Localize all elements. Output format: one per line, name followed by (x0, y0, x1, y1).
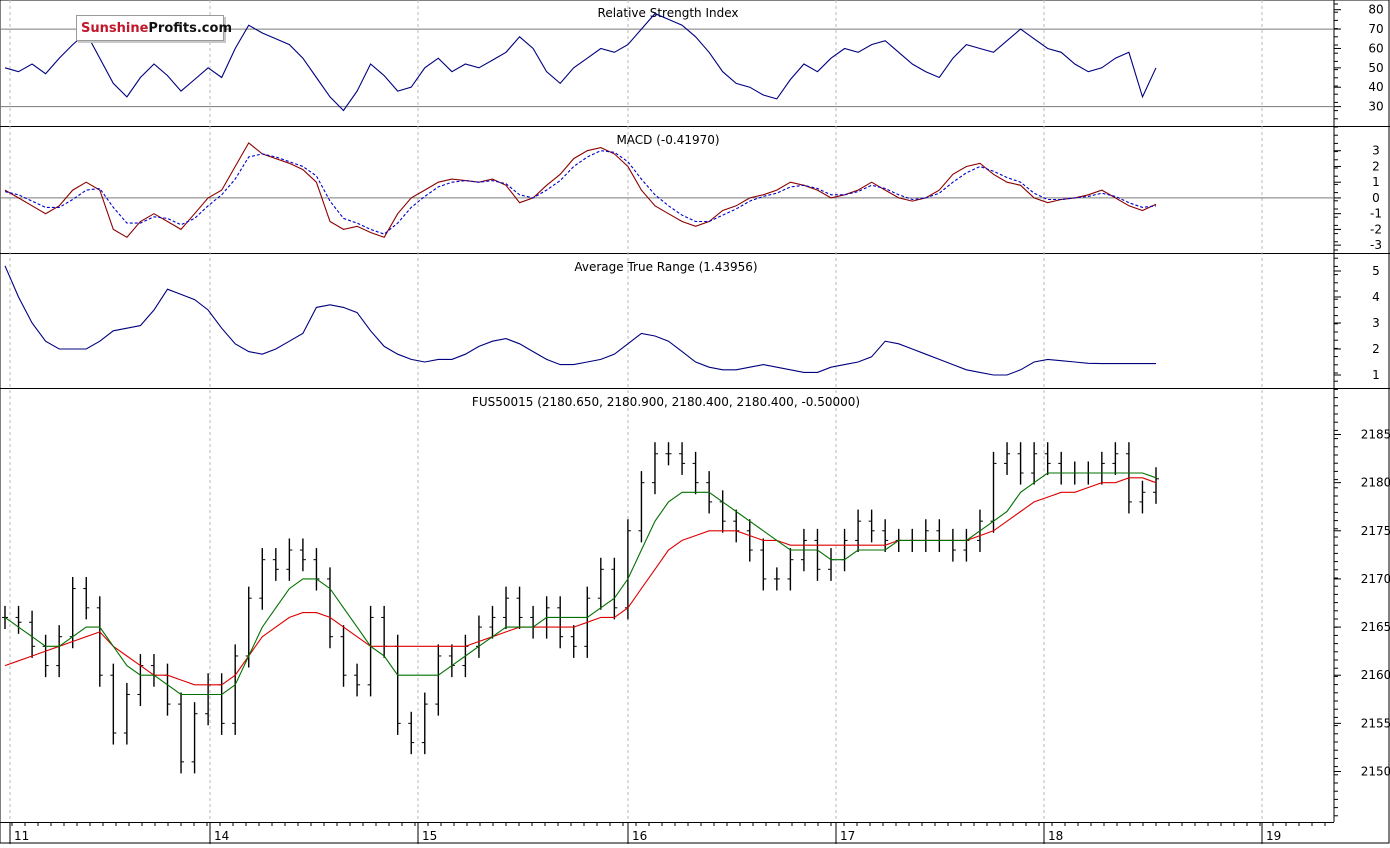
rsi-tick-label: 50 (1368, 61, 1383, 75)
price-tick-label: 2165 (1361, 620, 1390, 634)
price-tick-label: 2170 (1361, 572, 1390, 586)
logo-part-1: Sunshine (81, 20, 149, 36)
rsi-tick-label: 60 (1368, 41, 1383, 55)
logo-part-2: Profits.com (148, 20, 232, 36)
macd-tick-label: -3 (1370, 238, 1382, 252)
time-label-11: 11 (14, 829, 29, 843)
macd-signal-line (4, 150, 1157, 235)
price-ma-slow (4, 477, 1157, 686)
atr-tick-label: 4 (1372, 290, 1380, 304)
macd-tick-label: 1 (1372, 175, 1380, 189)
time-label-19: 19 (1266, 829, 1281, 843)
time-label-14: 14 (214, 829, 229, 843)
rsi-tick-label: 30 (1368, 100, 1383, 114)
rsi-title: Relative Strength Index (598, 6, 739, 20)
macd-tick-label: 2 (1372, 159, 1380, 173)
macd-tick-label: 0 (1372, 191, 1380, 205)
price-ma-fast (4, 472, 1157, 696)
time-label-16: 16 (632, 829, 647, 843)
rsi-tick-label: 70 (1368, 22, 1383, 36)
macd-tick-label: 3 (1372, 144, 1380, 158)
price-tick-label: 2150 (1361, 764, 1390, 778)
price-tick-label: 2185 (1361, 428, 1390, 442)
indicator-chart: 8070605040303210-1-2-3543212185218021752… (0, 0, 1390, 844)
atr-title: Average True Range (1.43956) (574, 260, 757, 274)
price-tick-label: 2155 (1361, 716, 1390, 730)
time-label-15: 15 (422, 829, 437, 843)
macd-tick-label: -2 (1370, 222, 1382, 236)
time-label-18: 18 (1048, 829, 1063, 843)
atr-tick-label: 5 (1372, 264, 1380, 278)
sunshine-profits-logo: Sunshine Profits.com (76, 15, 232, 41)
price-tick-label: 2180 (1361, 476, 1390, 490)
chart-root: 80 70 60 50 40 30 3 2 1 0 -1 -2 -3 5 4 3 2 1 2185 2180 2175 2… (0, 0, 1390, 844)
price-tick-label: 2175 (1361, 524, 1390, 538)
macd-tick-label: -1 (1370, 207, 1382, 221)
rsi-tick-label: 40 (1368, 80, 1383, 94)
atr-tick-label: 2 (1372, 342, 1380, 356)
atr-tick-label: 3 (1372, 316, 1380, 330)
atr-line (4, 265, 1156, 376)
price-tick-label: 2160 (1361, 668, 1390, 682)
atr-tick-label: 1 (1372, 368, 1380, 382)
price-title: FUS50015 (2180.650, 2180.900, 2180.400, … (472, 395, 860, 409)
macd-title: MACD (-0.41970) (616, 133, 719, 147)
rsi-tick-label: 80 (1368, 3, 1383, 17)
time-label-17: 17 (840, 829, 855, 843)
